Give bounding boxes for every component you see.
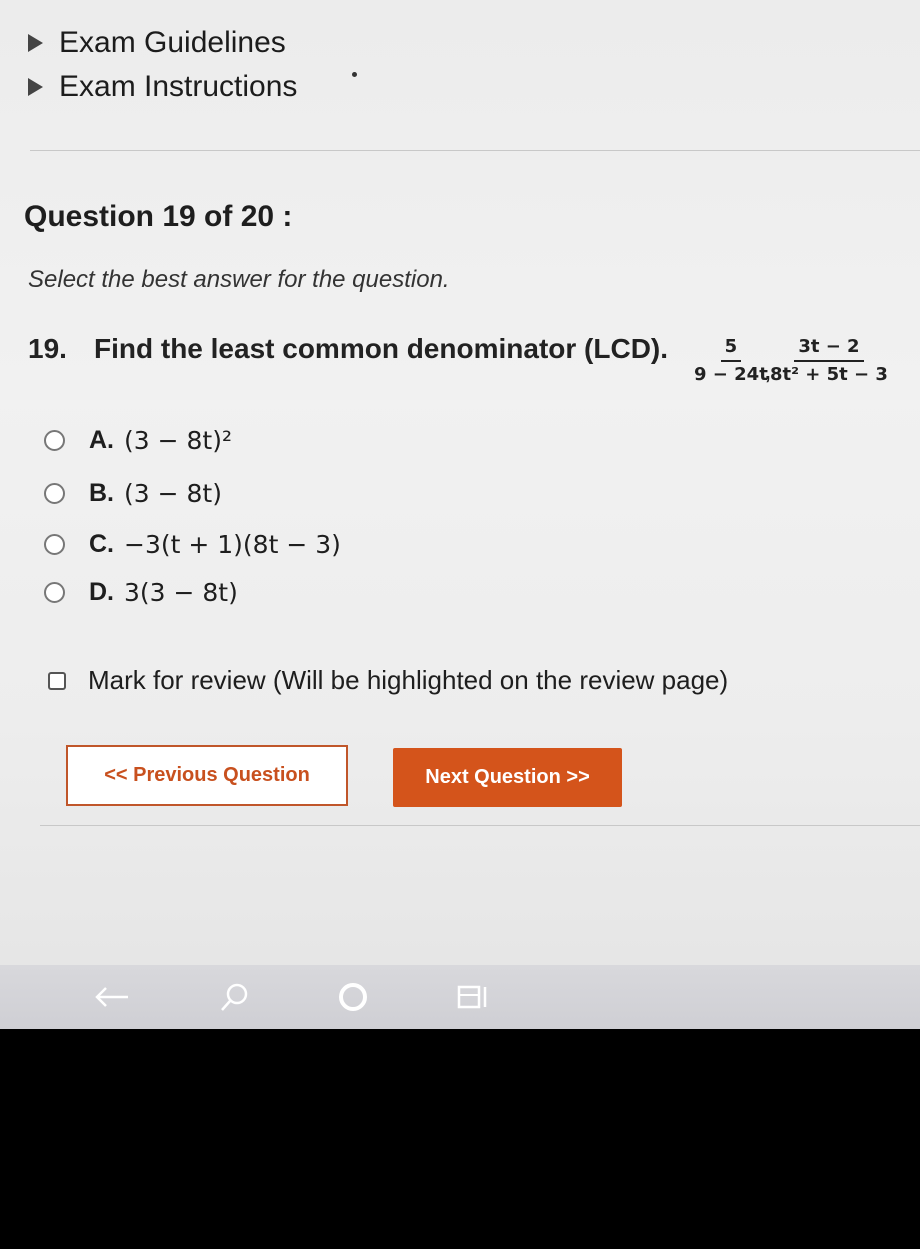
search-icon[interactable] (214, 977, 254, 1017)
question-number: 19. (28, 333, 67, 364)
fraction-denominator: 8t² + 5t − 3 (770, 364, 888, 385)
exam-screen: Exam Guidelines Exam Instructions Questi… (0, 0, 920, 965)
divider (30, 150, 920, 151)
option-letter: D. (89, 578, 114, 606)
option-expression: 3(3 − 8t) (124, 578, 238, 607)
fraction-2: 3t − 2 8t² + 5t − 3 (770, 336, 888, 386)
accordion-label: Exam Guidelines (59, 26, 286, 59)
option-letter: B. (89, 479, 114, 507)
accordion-label: Exam Instructions (59, 70, 298, 103)
back-arrow-icon[interactable] (92, 977, 132, 1017)
accordion-exam-guidelines[interactable]: Exam Guidelines (28, 26, 286, 60)
option-expression: (3 − 8t) (124, 479, 222, 508)
option-b[interactable]: B. (3 − 8t) (44, 479, 222, 508)
option-expression: (3 − 8t)² (124, 426, 232, 455)
accordion-exam-instructions[interactable]: Exam Instructions (28, 70, 297, 104)
review-checkbox[interactable] (48, 671, 66, 690)
option-c[interactable]: C. −3(t + 1)(8t − 3) (44, 530, 341, 559)
fraction-denominator: 9 − 24t (694, 364, 768, 385)
radio-button[interactable] (44, 582, 65, 603)
option-letter: A. (89, 426, 114, 454)
fraction-1: 5 9 − 24t (694, 336, 768, 386)
review-label: Mark for review (Will be highlighted on … (88, 665, 729, 695)
option-letter: C. (89, 530, 114, 558)
option-expression: −3(t + 1)(8t − 3) (124, 530, 341, 559)
mark-for-review[interactable]: Mark for review (Will be highlighted on … (48, 665, 728, 696)
radio-button[interactable] (44, 483, 65, 504)
option-d[interactable]: D. 3(3 − 8t) (44, 578, 238, 607)
radio-button[interactable] (44, 430, 65, 451)
option-a[interactable]: A. (3 − 8t)² (44, 426, 232, 455)
divider (40, 825, 920, 826)
radio-button[interactable] (44, 534, 65, 555)
triangle-right-icon (28, 34, 43, 52)
previous-question-button[interactable]: << Previous Question (66, 745, 348, 806)
question-text: Find the least common denominator (LCD). (94, 333, 669, 364)
fraction-numerator: 5 (720, 336, 742, 362)
question-header: Question 19 of 20 : (24, 200, 293, 233)
triangle-right-icon (28, 78, 43, 96)
home-circle-icon[interactable] (333, 977, 373, 1017)
recent-apps-icon[interactable] (452, 977, 492, 1017)
taskbar (0, 965, 920, 1029)
next-question-button[interactable]: Next Question >> (393, 748, 622, 807)
question-instruction: Select the best answer for the question. (28, 266, 450, 293)
fraction-numerator: 3t − 2 (794, 336, 864, 362)
stray-dot (352, 72, 357, 77)
